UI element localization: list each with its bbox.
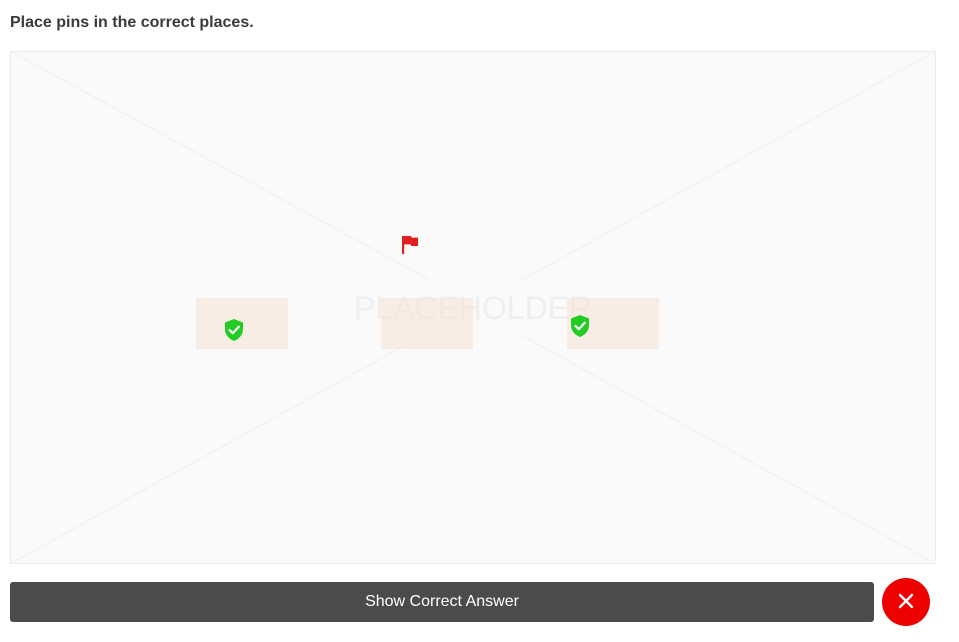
flag-icon[interactable] [400, 234, 422, 258]
close-icon [898, 593, 914, 612]
check-shield-icon[interactable] [569, 314, 591, 338]
drop-zone-center[interactable] [381, 298, 473, 349]
close-button[interactable] [882, 578, 930, 626]
placeholder-label: PLACEHOLDER [11, 290, 935, 327]
question-title: Place pins in the correct places. [10, 14, 254, 31]
check-shield-icon[interactable] [223, 318, 245, 342]
pin-image-canvas[interactable]: PLACEHOLDER [10, 51, 936, 564]
show-correct-answer-button[interactable]: Show Correct Answer [10, 582, 874, 622]
